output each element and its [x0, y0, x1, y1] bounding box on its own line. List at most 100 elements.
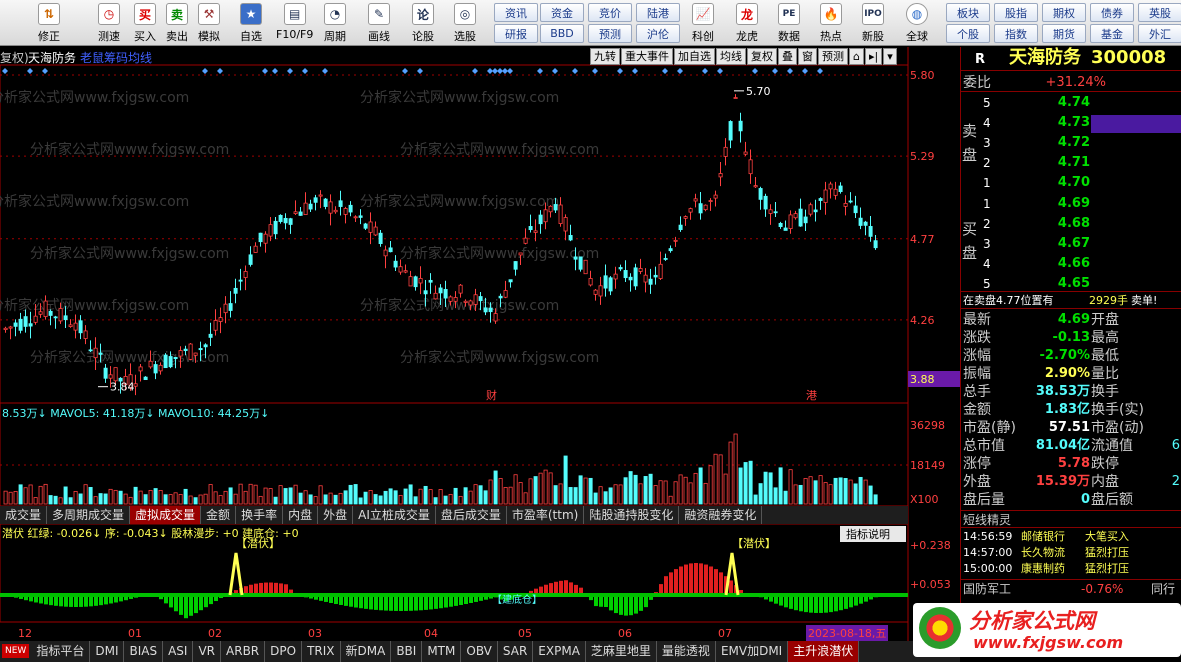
signal-tab-0[interactable]: 九转 — [590, 48, 620, 65]
toolbar-period-button[interactable]: ◔ 周期 — [324, 2, 346, 44]
func-tab-8[interactable]: 盘后成交量 — [436, 506, 507, 524]
lock-icon[interactable]: ⌂ — [849, 48, 864, 65]
top-tab-3[interactable]: 陆港 — [636, 3, 680, 22]
top-tab-7[interactable]: 沪伦 — [636, 24, 680, 43]
top-tab-6[interactable]: 预测 — [588, 24, 632, 43]
toolbar-speed-button[interactable]: ◷ 测速 — [98, 2, 120, 44]
next-icon[interactable]: ▸| — [864, 48, 883, 65]
indicator-tab-5[interactable]: ARBR — [221, 641, 266, 662]
sprite-row[interactable]: 14:57:00 长久物流 猛烈打压 — [961, 545, 1181, 561]
signal-tab-7[interactable]: 预测 — [818, 48, 848, 65]
indicator-tab-6[interactable]: DPO — [265, 641, 303, 662]
toolbar-fix-button[interactable]: ⇅ 修正 — [38, 2, 60, 44]
candle-body — [753, 185, 758, 188]
indicator-tab-12[interactable]: SAR — [498, 641, 534, 662]
top-tab-2[interactable]: 竞价 — [588, 3, 632, 22]
func-tab-10[interactable]: 陆股通持股变化 — [584, 506, 680, 524]
indicator-tab-10[interactable]: MTM — [422, 641, 462, 662]
top-tab-11[interactable]: 债券 — [1090, 3, 1134, 22]
top-tab-12[interactable]: 英股 — [1138, 3, 1181, 22]
top-tab-5[interactable]: BBD — [540, 24, 584, 43]
indicator-tab-14[interactable]: 芝麻里地里 — [586, 641, 657, 662]
indicator-tab-3[interactable]: ASI — [163, 641, 194, 662]
signal-tab-2[interactable]: 加自选 — [674, 48, 715, 65]
func-tab-4[interactable]: 换手率 — [236, 506, 284, 524]
sprite-row[interactable]: 14:56:59 邮储银行 大笔买入 — [961, 529, 1181, 545]
toolbar-kechuang-button[interactable]: 📈 科创 — [692, 2, 714, 44]
indicator-tab-11[interactable]: OBV — [461, 641, 498, 662]
sell-level-3[interactable]: 3 4.72 — [961, 134, 1181, 152]
func-tab-11[interactable]: 融资融券变化 — [679, 506, 763, 524]
func-tab-7[interactable]: AI立桩成交量 — [353, 506, 436, 524]
indicator-tab-13[interactable]: EXPMA — [533, 641, 586, 662]
quote-panel: R 天海防务 300008 委比 +31.24% 5 4.74 4 4.73 3 4.72… — [913, 47, 1181, 657]
toolbar-simulate-button[interactable]: ⚒ 模拟 — [198, 2, 220, 44]
signal-tab-1[interactable]: 重大事件 — [621, 48, 673, 65]
top-tab-16[interactable]: 基金 — [1090, 24, 1134, 43]
toolbar-forum-button[interactable]: 论论股 — [412, 2, 434, 44]
top-tab-9[interactable]: 股指 — [994, 3, 1038, 22]
func-tab-0[interactable]: 成交量 — [0, 506, 48, 524]
top-tab-14[interactable]: 指数 — [994, 24, 1038, 43]
signal-tab-5[interactable]: 叠 — [778, 48, 797, 65]
func-tab-9[interactable]: 市盈率(ttm) — [507, 506, 585, 524]
toolbar-ipo-button[interactable]: IPO 新股 — [862, 2, 884, 44]
indicator-tab-8[interactable]: 新DMA — [341, 641, 392, 662]
candle-body — [248, 254, 253, 265]
dropdown-icon[interactable]: ▾ — [883, 48, 897, 65]
toolbar-select-button[interactable]: ◎ 选股 — [454, 2, 476, 44]
kline-chart[interactable]: 5.80 5.29 4.77 4.26 3.88 分析家公式网www.fxjgsw.com… — [0, 47, 960, 641]
func-tab-5[interactable]: 内盘 — [283, 506, 319, 524]
sprite-row[interactable]: 15:00:00 康惠制药 猛烈打压 — [961, 561, 1181, 577]
toolbar-global-button[interactable]: ◍ 全球 — [906, 2, 928, 44]
sell-level-2[interactable]: 2 4.71 — [961, 154, 1181, 172]
buy-level-2[interactable]: 2 4.68 — [961, 215, 1181, 233]
sell-level-5[interactable]: 5 4.74 — [961, 94, 1181, 112]
buy-level-4[interactable]: 4 4.66 — [961, 255, 1181, 273]
stat-row-10: 盘后量 0 盘后额 — [961, 491, 1181, 509]
toolbar-watchlist-button[interactable]: ★ 自选 — [240, 2, 262, 44]
top-tab-4[interactable]: 研报 — [494, 24, 538, 43]
toolbar-sell-button[interactable]: 卖卖出 — [166, 2, 188, 44]
volume-bar — [853, 483, 858, 505]
toolbar-dragon-button[interactable]: 龙龙虎 — [736, 2, 758, 44]
buy-level-3[interactable]: 3 4.67 — [961, 235, 1181, 253]
top-tab-8[interactable]: 板块 — [946, 3, 990, 22]
indicator-tab-15[interactable]: 量能透视 — [657, 641, 716, 662]
sell-level-1[interactable]: 1 4.70 — [961, 174, 1181, 192]
top-tab-15[interactable]: 期货 — [1042, 24, 1086, 43]
toolbar-draw-button[interactable]: ✎ 画线 — [368, 2, 390, 44]
sprite-title-row[interactable]: 短线精灵 — [961, 510, 1181, 528]
indicator-tab-7[interactable]: TRIX — [302, 641, 341, 662]
toolbar-data-button[interactable]: PE 数据 — [778, 2, 800, 44]
indicator-tab-17[interactable]: 主升浪潜伏 — [788, 641, 860, 662]
toolbar-f10-button[interactable]: ▤ F10/F9 — [276, 2, 313, 44]
top-tab-13[interactable]: 个股 — [946, 24, 990, 43]
toolbar-buy-button[interactable]: 买买入 — [134, 2, 156, 44]
signal-tab-4[interactable]: 复权 — [747, 48, 777, 65]
indicator-tab-4[interactable]: VR — [193, 641, 222, 662]
buy-level-1[interactable]: 1 4.69 — [961, 195, 1181, 213]
sprite-time: 14:57:00 — [963, 546, 1013, 559]
signal-tab-6[interactable]: 窗 — [798, 48, 817, 65]
indicator-tab-9[interactable]: BBI — [391, 641, 423, 662]
func-tab-1[interactable]: 多周期成交量 — [47, 506, 131, 524]
func-tab-3[interactable]: 金额 — [201, 506, 237, 524]
indicator-tab-1[interactable]: DMI — [90, 641, 125, 662]
candle-body — [643, 274, 648, 283]
indicator-tab-16[interactable]: EMV加DMI — [716, 641, 789, 662]
candle-body — [793, 213, 798, 219]
signal-tab-3[interactable]: 均线 — [716, 48, 746, 65]
indicator-tab-2[interactable]: BIAS — [124, 641, 164, 662]
top-tab-1[interactable]: 资金 — [540, 3, 584, 22]
indicator-tab-0[interactable]: 指标平台 — [31, 641, 91, 662]
sector-row[interactable]: 国防军工 -0.76% 同行 — [961, 579, 1181, 597]
toolbar-hotspot-button[interactable]: 🔥 热点 — [820, 2, 842, 44]
top-tab-10[interactable]: 期权 — [1042, 3, 1086, 22]
func-tab-2[interactable]: 虚拟成交量 — [130, 506, 202, 524]
top-tab-17[interactable]: 外汇 — [1138, 24, 1181, 43]
func-tab-6[interactable]: 外盘 — [318, 506, 354, 524]
candle-body — [263, 233, 268, 244]
candle-body — [33, 315, 38, 323]
top-tab-0[interactable]: 资讯 — [494, 3, 538, 22]
